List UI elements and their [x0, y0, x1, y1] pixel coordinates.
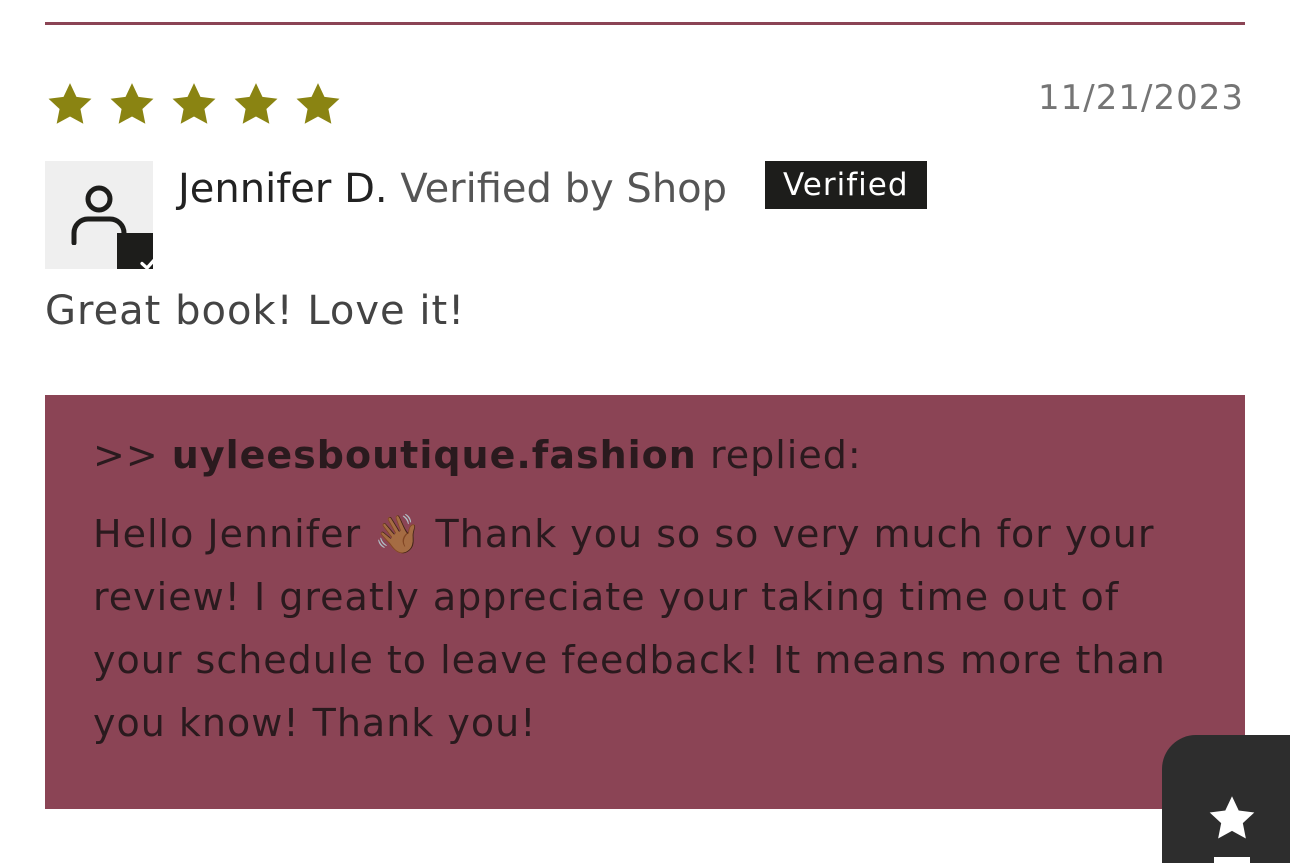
check-icon — [140, 256, 158, 270]
review-date: 11/21/2023 — [1038, 78, 1244, 118]
reply-message: Hello Jennifer 👋🏾 Thank you so so very m… — [93, 512, 1166, 745]
reply-label: replied: — [709, 433, 862, 477]
star-icon — [48, 83, 92, 124]
star-icon — [234, 83, 278, 124]
star-icon — [172, 83, 216, 124]
reply-shop-name: uyleesboutique.fashion — [171, 433, 697, 477]
star-icon — [1209, 796, 1255, 839]
review-body: Great book! Love it! — [45, 288, 466, 334]
shop-reply: >> uyleesboutique.fashion replied: Hello… — [45, 395, 1245, 809]
reviews-widget-button[interactable] — [1162, 735, 1290, 863]
author-name: Jennifer D. — [178, 166, 388, 212]
verified-check — [117, 233, 158, 270]
reply-header: >> uyleesboutique.fashion replied: — [93, 433, 862, 477]
review-page: 11/21/2023 Jennifer D. Verified by Shop … — [0, 0, 1290, 863]
author-line: Jennifer D. Verified by Shop — [178, 166, 727, 212]
verified-badge: Verified — [765, 161, 927, 209]
divider — [45, 22, 1245, 25]
star-icon — [296, 83, 340, 124]
avatar — [45, 161, 158, 270]
verified-by-text: Verified by Shop — [400, 166, 728, 212]
reply-prefix: >> — [93, 433, 159, 477]
widget-bar — [1214, 857, 1250, 863]
star-icon — [110, 83, 154, 124]
star-rating — [45, 80, 343, 130]
